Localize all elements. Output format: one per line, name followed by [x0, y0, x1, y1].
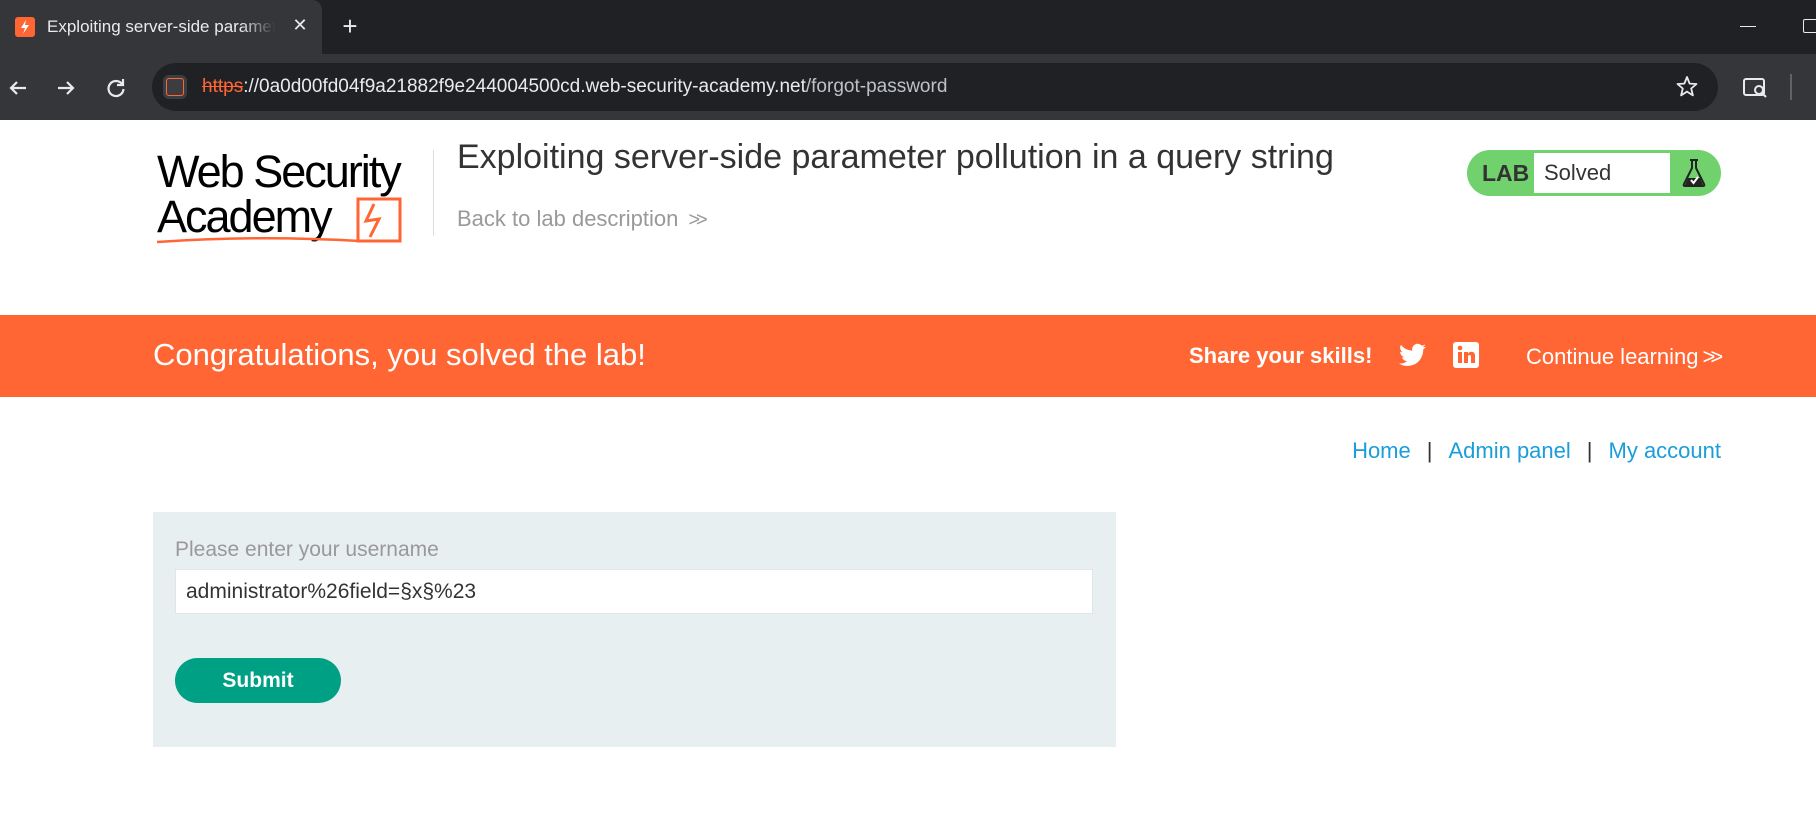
toolbar-separator — [1790, 74, 1792, 100]
tab-close-icon[interactable]: ✕ — [289, 14, 311, 36]
url-text[interactable]: https://0a0d00fd04f9a21882f9e244004500cd… — [202, 76, 947, 98]
window-minimize-icon[interactable] — [1740, 26, 1756, 27]
username-input[interactable]: administrator%26field=§x§%23 — [175, 569, 1093, 614]
logo-line2: Academy — [157, 191, 333, 242]
lab-solved-banner: Congratulations, you solved the lab! Sha… — [0, 315, 1816, 397]
nav-separator: | — [1426, 438, 1433, 463]
forward-arrow-icon[interactable] — [52, 74, 80, 102]
favicon-icon — [15, 17, 35, 37]
reload-icon[interactable] — [102, 74, 130, 102]
web-security-academy-logo[interactable]: Web Security Academy — [155, 146, 431, 247]
top-navigation: Home | Admin panel | My account — [1352, 438, 1721, 464]
double-chevron-right-icon: >> — [1702, 344, 1723, 369]
url-host: ://0a0d00fd04f9a21882f9e244004500cd.web-… — [243, 76, 806, 97]
tab-title: Exploiting server-side parameter polluti… — [47, 17, 275, 36]
congratulations-message: Congratulations, you solved the lab! — [153, 337, 646, 372]
lab-status-value: Solved — [1534, 153, 1670, 193]
logo-line1: Web Security — [157, 147, 402, 197]
back-to-lab-description-link[interactable]: Back to lab description >> — [457, 206, 708, 232]
submit-button[interactable]: Submit — [175, 658, 341, 703]
lab-status-label: LAB — [1482, 160, 1530, 186]
lab-title: Exploiting server-side parameter polluti… — [457, 138, 1334, 176]
browser-tab-bar: Exploiting server-side parameter polluti… — [0, 0, 1816, 54]
continue-learning-label: Continue learning — [1526, 344, 1699, 369]
browser-toolbar: https://0a0d00fd04f9a21882f9e244004500cd… — [0, 54, 1816, 120]
tab-search-icon[interactable] — [1742, 75, 1768, 101]
forgot-password-form: Please enter your username administrator… — [153, 512, 1116, 747]
back-link-label: Back to lab description — [457, 206, 679, 231]
lab-status-widget: LAB Solved — [1467, 150, 1721, 196]
browser-tab[interactable]: Exploiting server-side parameter polluti… — [0, 0, 322, 54]
header-divider — [433, 150, 434, 236]
back-arrow-icon[interactable] — [4, 74, 32, 102]
new-tab-plus-icon[interactable]: + — [336, 13, 364, 41]
continue-learning-link[interactable]: Continue learning >> — [1526, 344, 1723, 370]
url-path: /forgot-password — [805, 76, 948, 97]
address-bar[interactable]: https://0a0d00fd04f9a21882f9e244004500cd… — [152, 63, 1718, 111]
nav-my-account-link[interactable]: My account — [1609, 438, 1722, 463]
url-scheme: https — [202, 76, 244, 97]
nav-separator: | — [1586, 438, 1593, 463]
site-info-icon[interactable] — [163, 75, 187, 99]
twitter-icon[interactable] — [1399, 343, 1426, 367]
linkedin-icon[interactable] — [1453, 342, 1479, 368]
username-label: Please enter your username — [175, 538, 439, 561]
nav-home-link[interactable]: Home — [1352, 438, 1411, 463]
share-skills-label: Share your skills! — [1189, 343, 1373, 368]
nav-admin-panel-link[interactable]: Admin panel — [1448, 438, 1570, 463]
flask-check-icon — [1680, 158, 1708, 188]
double-chevron-right-icon: >> — [688, 209, 707, 231]
bookmark-star-icon[interactable] — [1674, 74, 1700, 100]
window-maximize-icon[interactable] — [1803, 19, 1816, 33]
